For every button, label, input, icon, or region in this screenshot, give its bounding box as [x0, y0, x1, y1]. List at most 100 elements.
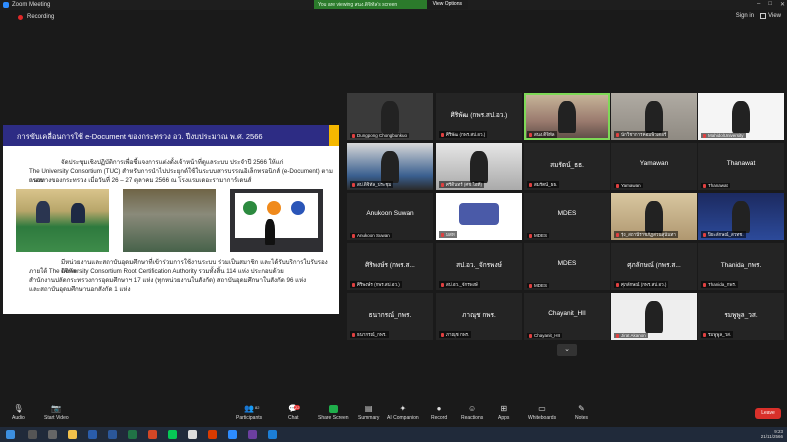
participant-tile[interactable]: ศิริพงษ์ร (กพร.ส... ศิริพงษ์ร (กพร.สป.อว.… — [347, 243, 433, 290]
participant-name-label: Jirat Akanon — [614, 333, 648, 338]
participant-tile[interactable]: สนง.ดิจิทัล — [524, 93, 610, 140]
sign-in-button[interactable]: Sign in — [736, 13, 754, 19]
edge-icon[interactable] — [88, 430, 97, 439]
record-label: Record — [431, 415, 448, 421]
participant-name-text: MahidolUniversity — [708, 133, 744, 138]
reactions-button[interactable]: ☺ Reactions — [461, 405, 483, 422]
chrome-icon[interactable] — [188, 430, 197, 439]
search-icon[interactable] — [28, 430, 37, 439]
participant-name-label: Anukoon Suwan — [350, 233, 392, 238]
participant-name-text: สนง.ดิจิทัล — [534, 132, 555, 137]
mic-muted-icon — [529, 233, 532, 238]
notes-label: Notes — [575, 415, 589, 421]
file-explorer-icon[interactable] — [68, 430, 77, 439]
audio-button[interactable]: 🎙 Audio — [12, 405, 25, 422]
participant-video-figure — [732, 101, 750, 133]
view-button[interactable]: View — [760, 13, 781, 19]
summary-icon: ▤ — [364, 404, 373, 413]
zoom-taskbar-icon[interactable] — [228, 430, 237, 439]
notes-button[interactable]: ✎ Notes — [575, 405, 589, 422]
apps-button[interactable]: ⊞ Apps — [498, 405, 509, 422]
participant-tile[interactable]: สป.อว._จักรพงษ์ สป.อว._จักรพงษ์ — [436, 243, 522, 290]
participant-name-text: Dungpong Chongbunkuo — [357, 133, 408, 138]
next-page-button[interactable]: ⌄ — [557, 344, 577, 356]
chat-label: Chat — [288, 415, 299, 421]
participant-tile[interactable]: Yamawan Yamawan — [611, 143, 697, 190]
participant-tile[interactable]: นักวิชาการคอมพิวเตอร์ — [611, 93, 697, 140]
system-tray-clock[interactable]: 9:23 21/11/2566 — [761, 429, 783, 439]
word-icon[interactable] — [108, 430, 117, 439]
participant-tile[interactable]: ปิยะลักษณ์_สวทช. — [698, 193, 784, 240]
line-icon[interactable] — [168, 430, 177, 439]
mic-muted-icon — [352, 133, 355, 138]
participant-tile[interactable]: ภาณุช กพร. ภาณุช กพร. — [436, 293, 522, 340]
close-icon[interactable]: ✕ — [780, 1, 785, 8]
app-icon[interactable] — [248, 430, 257, 439]
mic-muted-icon — [529, 283, 532, 288]
ai-companion-button[interactable]: ✦ AI Companion — [387, 405, 419, 422]
share-screen-icon — [328, 405, 338, 413]
participant-tile[interactable]: สมรัตน์_ธธ. สมรัตน์_ธธ. — [524, 143, 610, 190]
participant-tile[interactable]: รุ่ง_สถานีราชภัฏสวนสุนันทา — [611, 193, 697, 240]
view-options-button[interactable]: View Options — [426, 0, 468, 9]
participants-button[interactable]: 👥 Participants 82 — [236, 405, 262, 422]
recording-indicator[interactable]: Recording — [18, 14, 54, 20]
mic-muted-icon — [441, 282, 444, 287]
minimize-icon[interactable]: – — [757, 1, 760, 8]
participant-tile[interactable]: Dungpong Chongbunkuo — [347, 93, 433, 140]
participant-name-label: ศิริพงษ์ร (กพร.สป.อว.) — [350, 281, 402, 288]
participant-tile[interactable]: ศิริพัฒ (กพร.สป.อว.) ศิริพัฒ (กพร.สป.อว.) — [436, 93, 522, 140]
participant-name-text: รุ่ง_สถานีราชภัฏสวนสุนันทา — [621, 232, 676, 237]
participant-display-name: สมรัตน์_ธธ. — [550, 162, 584, 169]
participant-tile[interactable]: สป.ดิจิทัล_ประชุม — [347, 143, 433, 190]
browser-icon[interactable] — [268, 430, 277, 439]
slide-title-bar: การขับเคลื่อนการใช้ e-Document ของกระทรว… — [3, 125, 339, 146]
participant-video-figure — [459, 203, 499, 225]
participant-tile[interactable]: MahidolUniversity — [698, 93, 784, 140]
participant-tile[interactable]: Thanawat Thanawat — [698, 143, 784, 190]
participant-tile[interactable]: ธนากรณ์_กพร. ธนากรณ์_กพร. — [347, 293, 433, 340]
whiteboards-label: Whiteboards — [528, 415, 557, 421]
participants-count: 82 — [255, 405, 260, 410]
participant-name-text: นักวิชาการคอมพิวเตอร์ — [621, 132, 667, 137]
grid-view-icon — [760, 13, 767, 19]
windows-start-icon[interactable] — [6, 430, 15, 439]
participant-tile[interactable]: MDES MDES — [524, 243, 610, 290]
recording-dot-icon — [18, 14, 23, 20]
participant-tile[interactable]: Jirat Akanon — [611, 293, 697, 340]
task-view-icon[interactable] — [48, 430, 57, 439]
participant-tile[interactable]: ศุภลักษณ์ (กพร.ส... ศุภลักษณ์ (กพร.สป.อว.… — [611, 243, 697, 290]
participant-name-label: Thanida_กพร. — [701, 281, 739, 288]
participant-name-label: ปิยะลักษณ์_สวทช. — [701, 231, 746, 238]
leave-button[interactable]: Leave — [755, 408, 781, 419]
participant-name-label: ศรีดินทร์ (ศช.ไอที) — [439, 181, 484, 188]
participant-tile[interactable]: MDES MDES — [524, 193, 610, 240]
participant-name-label: ศิริพัฒ (กพร.สป.อว.) — [439, 131, 488, 138]
share-screen-button[interactable]: Share Screen — [318, 405, 349, 421]
participant-video-figure — [732, 201, 750, 233]
share-banner-text: You are viewing สนง.ดิจิทัล's screen — [318, 1, 398, 8]
chat-button[interactable]: 💬 Chat 22 — [288, 405, 301, 421]
mic-muted-icon — [529, 132, 532, 137]
participant-tile[interactable]: Anukoon Suwan Anukoon Suwan — [347, 193, 433, 240]
participant-name-label: MDES — [527, 233, 550, 238]
participant-tile[interactable]: มสท — [436, 193, 522, 240]
start-video-button[interactable]: 📷 Start Video — [44, 405, 69, 422]
mic-muted-icon — [616, 282, 619, 287]
participant-display-name: สป.อว._จักรพงษ์ — [456, 262, 502, 269]
participant-name-label: MDES — [527, 283, 550, 288]
summary-button[interactable]: ▤ Summary — [358, 404, 379, 422]
participant-tile[interactable]: Thanida_กพร. Thanida_กพร. — [698, 243, 784, 290]
record-button[interactable]: ● Record — [431, 404, 448, 422]
whiteboards-button[interactable]: ▭ Whiteboards — [528, 405, 557, 422]
office-icon[interactable] — [208, 430, 217, 439]
share-screen-label: Share Screen — [318, 415, 349, 421]
participant-tile[interactable]: Chayanit_HII Chayanit_HII — [524, 293, 610, 340]
mic-muted-icon — [703, 332, 706, 337]
excel-icon[interactable] — [128, 430, 137, 439]
participant-tile[interactable]: ศรีดินทร์ (ศช.ไอที) — [436, 143, 522, 190]
maximize-icon[interactable]: □ — [768, 1, 772, 8]
participant-tile[interactable]: รมพูพูล_วส. รมพูพูล_วส. — [698, 293, 784, 340]
powerpoint-icon[interactable] — [148, 430, 157, 439]
record-icon: ● — [436, 404, 442, 413]
